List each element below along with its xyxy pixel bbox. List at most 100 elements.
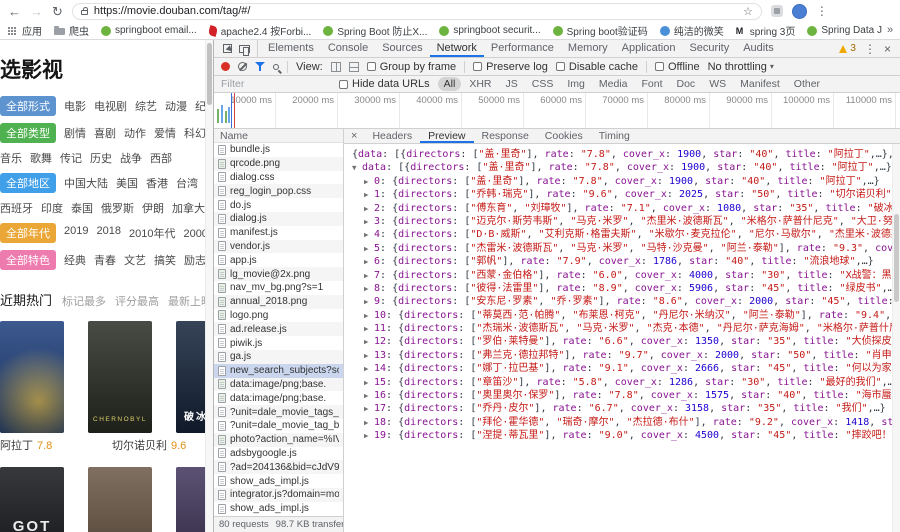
grid-view-icon[interactable] [330,61,341,72]
filter-toggle-icon[interactable] [255,62,265,71]
preview-line[interactable]: ▶ 13: {directors: ["弗兰克·德拉邦特"], rate: "9.… [344,349,900,362]
network-request-row[interactable]: ga.js [214,349,343,364]
preview-line[interactable]: ▶ 19: {directors: ["涅提·蒂瓦里"], rate: "9.0"… [344,429,900,442]
detail-tab[interactable]: Timing [591,129,638,143]
detail-close-icon[interactable]: × [344,130,364,142]
disclosure-triangle-icon[interactable]: ▶ [364,362,374,375]
network-overview[interactable]: 10000 ms 20000 ms 30000 ms 40000 ms 50000 ms… [214,93,900,129]
bookmark-item[interactable]: 纯洁的微笑 [659,23,724,38]
filter-chip[interactable]: 全部类型 [0,123,56,143]
devtools-tab[interactable]: Performance [484,40,561,57]
network-request-row[interactable]: do.js [214,198,343,212]
filter-tag[interactable]: 歌舞 [30,150,52,166]
preview-scrollbar-thumb[interactable] [894,214,899,302]
disclosure-triangle-icon[interactable]: ▶ [364,242,374,255]
filter-tag[interactable]: 电影 [64,98,86,114]
movie-poster[interactable]: 破冰行动 [176,321,205,433]
filter-tag[interactable]: 加拿大 [172,200,205,216]
preview-line[interactable]: ▶ 5: {directors: ["杰雷米·波德斯瓦", "马克·米罗", "马… [344,242,900,255]
network-request-row[interactable]: logo.png [214,309,343,323]
filter-tag[interactable]: 电视剧 [94,98,127,114]
preview-line[interactable]: ▶ 6: {directors: ["郭帆"], rate: "7.9", cov… [344,255,900,268]
resource-type-filter[interactable]: Img [561,77,591,91]
detail-tab[interactable]: Response [474,129,537,143]
network-request-row[interactable]: integrator.js?domain=movie.d.. [214,487,343,502]
filter-tag[interactable]: 战争 [120,150,142,166]
filter-tag[interactable]: 俄罗斯 [101,200,134,216]
filter-chip[interactable]: 全部年代 [0,223,56,243]
network-request-row[interactable]: nav_mv_bg.png?s=1 [214,281,343,295]
filter-tag[interactable]: 励志 [184,252,205,268]
bookmark-item[interactable]: 应用 [8,23,42,38]
hide-data-urls-checkbox[interactable]: Hide data URLs [339,78,430,90]
network-request-row[interactable]: data:image/png;base. [214,391,343,405]
movie-poster[interactable] [88,467,152,532]
disclosure-triangle-icon[interactable]: ▶ [364,376,374,389]
detail-tab[interactable]: Preview [420,129,473,143]
page-scrollbar-thumb[interactable] [207,43,212,105]
movie-caption[interactable]: 阿拉丁 7.8 [0,437,88,453]
page-scrollbar[interactable] [205,40,213,532]
network-request-row[interactable]: app.js [214,253,343,267]
devtools-tab[interactable]: Audits [736,40,781,57]
network-request-row[interactable]: adsbygoogle.js [214,447,343,461]
preview-scrollbar[interactable] [892,144,900,532]
bookmark-star-icon[interactable]: ☆ [743,5,753,18]
filter-tag[interactable]: 中国大陆 [64,175,108,191]
movie-poster[interactable] [0,321,64,433]
forward-icon[interactable]: → [30,5,43,18]
devtools-tab[interactable]: Sources [375,40,429,57]
preview-line[interactable]: ▶ 7: {directors: ["西蒙·金伯格"], rate: "6.0",… [344,269,900,282]
detail-tab[interactable]: Headers [364,129,420,143]
warning-badge[interactable]: 3 [839,43,856,54]
network-request-row[interactable]: ad.release.js [214,322,343,337]
preview-line[interactable]: {data: [{directors: ["盖·里奇"], rate: "7.8… [344,148,900,161]
preview-line[interactable]: ▶ 3: {directors: ["迈克尔·斯劳韦斯", "马克·米罗", "杰… [344,215,900,228]
address-bar[interactable]: ☆ [71,2,762,20]
preview-line[interactable]: ▶ 10: {directors: ["蒂莫西·范·帕腾", "布莱恩·柯克", … [344,309,900,322]
preview-line[interactable]: ▶ 9: {directors: ["安东尼·罗素", "乔·罗素"], rate… [344,295,900,308]
resource-type-filter[interactable]: Media [593,77,634,91]
disclosure-triangle-icon[interactable]: ▶ [364,255,374,268]
resource-type-filter[interactable]: XHR [463,77,497,91]
preview-line[interactable]: ▶ 17: {directors: ["乔丹·皮尔"], rate: "6.7",… [344,402,900,415]
clear-icon[interactable] [238,62,247,71]
disclosure-triangle-icon[interactable]: ▶ [364,295,374,308]
disclosure-triangle-icon[interactable]: ▶ [364,335,374,348]
filter-tag[interactable]: 科幻 [184,125,205,141]
browser-menu-icon[interactable]: ⋮ [816,5,828,17]
disclosure-triangle-icon[interactable]: ▶ [364,389,374,402]
network-request-row[interactable]: lg_movie@2x.png [214,267,343,281]
back-icon[interactable]: ← [8,5,21,18]
resource-type-filter[interactable]: Other [788,77,826,91]
resource-type-filter[interactable]: CSS [526,77,560,91]
filter-tag[interactable]: 2018 [96,225,120,241]
network-request-row[interactable]: ?ad=204136&bid=cJdV9nIFPI.. [214,460,343,475]
filter-tag[interactable]: 青春 [94,252,116,268]
refresh-icon[interactable]: ↻ [52,5,63,18]
network-request-row[interactable]: ?unit=dale_movie_tag_bottom.. [214,419,343,433]
preview-line[interactable]: ▶ 12: {directors: ["罗伯·莱特曼"], rate: "6.6"… [344,335,900,348]
network-request-row[interactable]: dialog.css [214,171,343,185]
filter-tag[interactable]: 西部 [150,150,172,166]
devtools-tab[interactable]: Console [321,40,375,57]
sort-tab[interactable]: 评分最高 [115,293,159,309]
resource-type-filter[interactable]: Font [635,77,668,91]
filter-tag[interactable]: 伊朗 [142,200,164,216]
disclosure-triangle-icon[interactable]: ▶ [364,402,374,415]
filter-tag[interactable]: 剧情 [64,125,86,141]
filter-tag[interactable]: 综艺 [135,98,157,114]
network-request-row[interactable]: vendor.js [214,239,343,254]
filter-tag[interactable]: 经典 [64,252,86,268]
resource-type-filter[interactable]: All [437,77,462,91]
filter-chip[interactable]: 全部形式 [0,96,56,116]
resource-type-filter[interactable]: JS [500,77,524,91]
offline-checkbox[interactable]: Offline [654,61,700,73]
disclosure-triangle-icon[interactable]: ▶ [364,429,374,442]
filter-input[interactable] [221,78,331,90]
devtools-tab[interactable]: Application [615,40,683,57]
preview-line[interactable]: ▶ 2: {directors: ["傅东育", "刘璋牧"], rate: "7… [344,202,900,215]
filter-tag[interactable]: 音乐 [0,150,22,166]
disclosure-triangle-icon[interactable]: ▼ [352,161,362,174]
bookmark-item[interactable]: 爬虫 [54,23,89,38]
